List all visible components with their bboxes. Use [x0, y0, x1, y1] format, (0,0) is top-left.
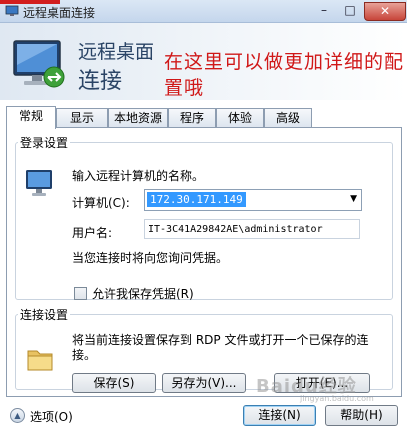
connection-settings-legend: 连接设置	[20, 308, 69, 322]
tab-display[interactable]: 显示	[56, 108, 108, 127]
save-button[interactable]: 保存(S)	[72, 373, 156, 393]
monitor-icon	[13, 40, 65, 88]
login-settings-group: 登录设置 输入远程计算机的名称。 计算机(C): 172.30.171.149 …	[15, 134, 393, 302]
minimize-button[interactable]: –	[312, 2, 336, 19]
chevron-down-icon[interactable]: ▼	[350, 194, 357, 204]
window-title: 远程桌面连接	[23, 6, 96, 20]
header-banner: 远程桌面 连接 在这里可以做更加详细的配置哦	[0, 23, 407, 100]
remote-desktop-icon	[5, 5, 19, 16]
computer-label: 计算机(C):	[72, 196, 130, 210]
banner-title-line2: 连接	[78, 69, 123, 94]
computer-icon	[26, 170, 52, 196]
banner-title-line1: 远程桌面	[78, 41, 155, 63]
login-settings-legend: 登录设置	[20, 136, 69, 150]
close-button[interactable]: ✕	[364, 2, 406, 21]
help-button[interactable]: 帮助(H)	[325, 405, 398, 426]
tab-local-resources[interactable]: 本地资源	[108, 108, 168, 127]
watermark-url: jingyan.baidu.com	[300, 394, 374, 403]
options-toggle-label[interactable]: 选项(O)	[30, 408, 73, 425]
username-value: IT-3C41A29842AE\administrator	[144, 219, 360, 239]
connect-button[interactable]: 连接(N)	[243, 405, 316, 426]
computer-value[interactable]: 172.30.171.149	[147, 192, 246, 207]
save-credentials-checkbox[interactable]	[74, 287, 87, 300]
enter-computer-prompt: 输入远程计算机的名称。	[72, 169, 205, 183]
tab-advanced[interactable]: 高级	[264, 108, 312, 127]
credentials-hint: 当您连接时将向您询问凭据。	[72, 251, 229, 265]
title-bar: 远程桌面连接 – □ ✕	[0, 0, 407, 23]
computer-combobox[interactable]: 172.30.171.149 ▼	[144, 189, 362, 211]
tab-general[interactable]: 常规	[6, 106, 56, 129]
folder-icon	[27, 350, 53, 371]
username-label: 用户名:	[72, 226, 113, 240]
tab-panel-general: 登录设置 输入远程计算机的名称。 计算机(C): 172.30.171.149 …	[6, 127, 402, 397]
save-as-button[interactable]: 另存为(V)...	[162, 373, 246, 393]
connection-description: 将当前连接设置保存到 RDP 文件或打开一个已保存的连接。	[72, 333, 369, 362]
tab-programs[interactable]: 程序	[168, 108, 216, 127]
tab-experience[interactable]: 体验	[216, 108, 264, 127]
save-credentials-label[interactable]: 允许我保存凭据(R)	[92, 285, 194, 302]
annotation-text: 在这里可以做更加详细的配置哦	[164, 51, 405, 99]
options-toggle-icon[interactable]: ▲	[10, 408, 25, 423]
maximize-button[interactable]: □	[338, 2, 362, 19]
